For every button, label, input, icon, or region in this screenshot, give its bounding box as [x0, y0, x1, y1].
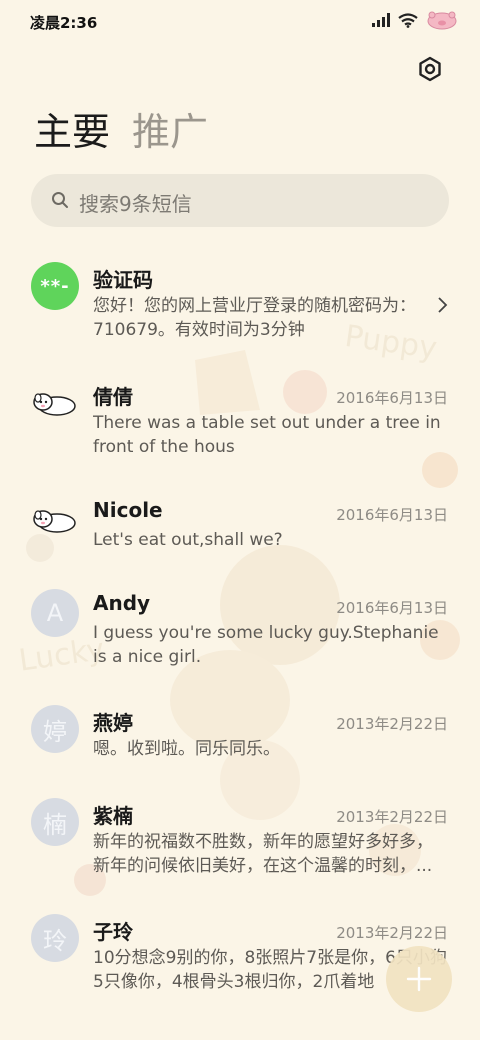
tab-promotions[interactable]: 推广: [132, 108, 208, 156]
contact-name: Nicole: [93, 498, 163, 522]
avatar: [31, 496, 79, 544]
plus-icon: [406, 966, 432, 992]
puppy-avatar-icon: [33, 510, 76, 533]
message-preview: 您好！您的网上营业厅登录的随机密码为：710679。有效时间为3分钟: [93, 296, 416, 340]
message-date: 2016年6月13日: [336, 599, 448, 617]
avatar: [31, 379, 79, 427]
wifi-icon: [398, 12, 418, 28]
contact-name: 紫楠: [93, 804, 133, 828]
avatar: A: [31, 589, 79, 637]
avatar: 婷: [31, 705, 79, 753]
conversation-item[interactable]: Nicole 2016年6月13日 Let's eat out,shall we…: [0, 492, 480, 572]
message-date: 2013年2月22日: [336, 808, 448, 826]
signal-icon: [372, 13, 390, 27]
conversation-item[interactable]: 婷 燕婷 2013年2月22日 嗯。收到啦。同乐同乐。: [0, 701, 480, 781]
avatar: 楠: [31, 798, 79, 846]
conversation-item[interactable]: **- 验证码 您好！您的网上营业厅登录的随机密码为：710679。有效时间为3…: [0, 258, 480, 358]
message-date: 2013年2月22日: [336, 924, 448, 942]
tab-primary[interactable]: 主要: [34, 108, 110, 156]
status-bar: 凌晨2:36: [0, 0, 480, 44]
contact-name: 验证码: [93, 268, 153, 292]
message-preview: Let's eat out,shall we?: [93, 530, 283, 550]
status-time: 凌晨2:36: [30, 14, 98, 32]
avatar: **-: [31, 262, 79, 310]
chevron-right-icon[interactable]: [436, 296, 450, 314]
avatar: 玲: [31, 914, 79, 962]
conversation-item[interactable]: 楠 紫楠 2013年2月22日 新年的祝福数不胜数，新年的愿望好多好多，新年的问…: [0, 794, 480, 894]
puppy-avatar-icon: [33, 393, 76, 416]
gear-icon: [419, 56, 441, 82]
message-date: 2016年6月13日: [336, 389, 448, 407]
message-preview: 嗯。收到啦。同乐同乐。: [93, 739, 280, 759]
message-date: 2013年2月22日: [336, 715, 448, 733]
message-preview: I guess you're some lucky guy.Stephanie …: [93, 623, 439, 667]
contact-name: 子玲: [93, 920, 133, 944]
contact-name: 倩倩: [93, 385, 133, 409]
message-preview: 新年的祝福数不胜数，新年的愿望好多好多，新年的问候依旧美好，在这个温馨的时刻，.…: [93, 832, 433, 876]
message-date: 2016年6月13日: [336, 506, 448, 524]
message-preview: There was a table set out under a tree i…: [93, 413, 441, 457]
battery-pig-icon: [427, 11, 457, 30]
search-placeholder: 搜索9条短信: [79, 192, 192, 216]
search-icon: [52, 192, 68, 208]
status-icons: [372, 10, 458, 30]
new-message-button[interactable]: [386, 946, 452, 1012]
conversation-item[interactable]: A Andy 2016年6月13日 I guess you're some lu…: [0, 585, 480, 685]
tab-bar: 主要 推广: [34, 108, 208, 156]
conversation-item[interactable]: 倩倩 2016年6月13日 There was a table set out …: [0, 375, 480, 475]
contact-name: 燕婷: [93, 711, 133, 735]
search-input[interactable]: 搜索9条短信: [31, 174, 449, 227]
contact-name: Andy: [93, 591, 151, 615]
settings-button[interactable]: [416, 55, 444, 83]
